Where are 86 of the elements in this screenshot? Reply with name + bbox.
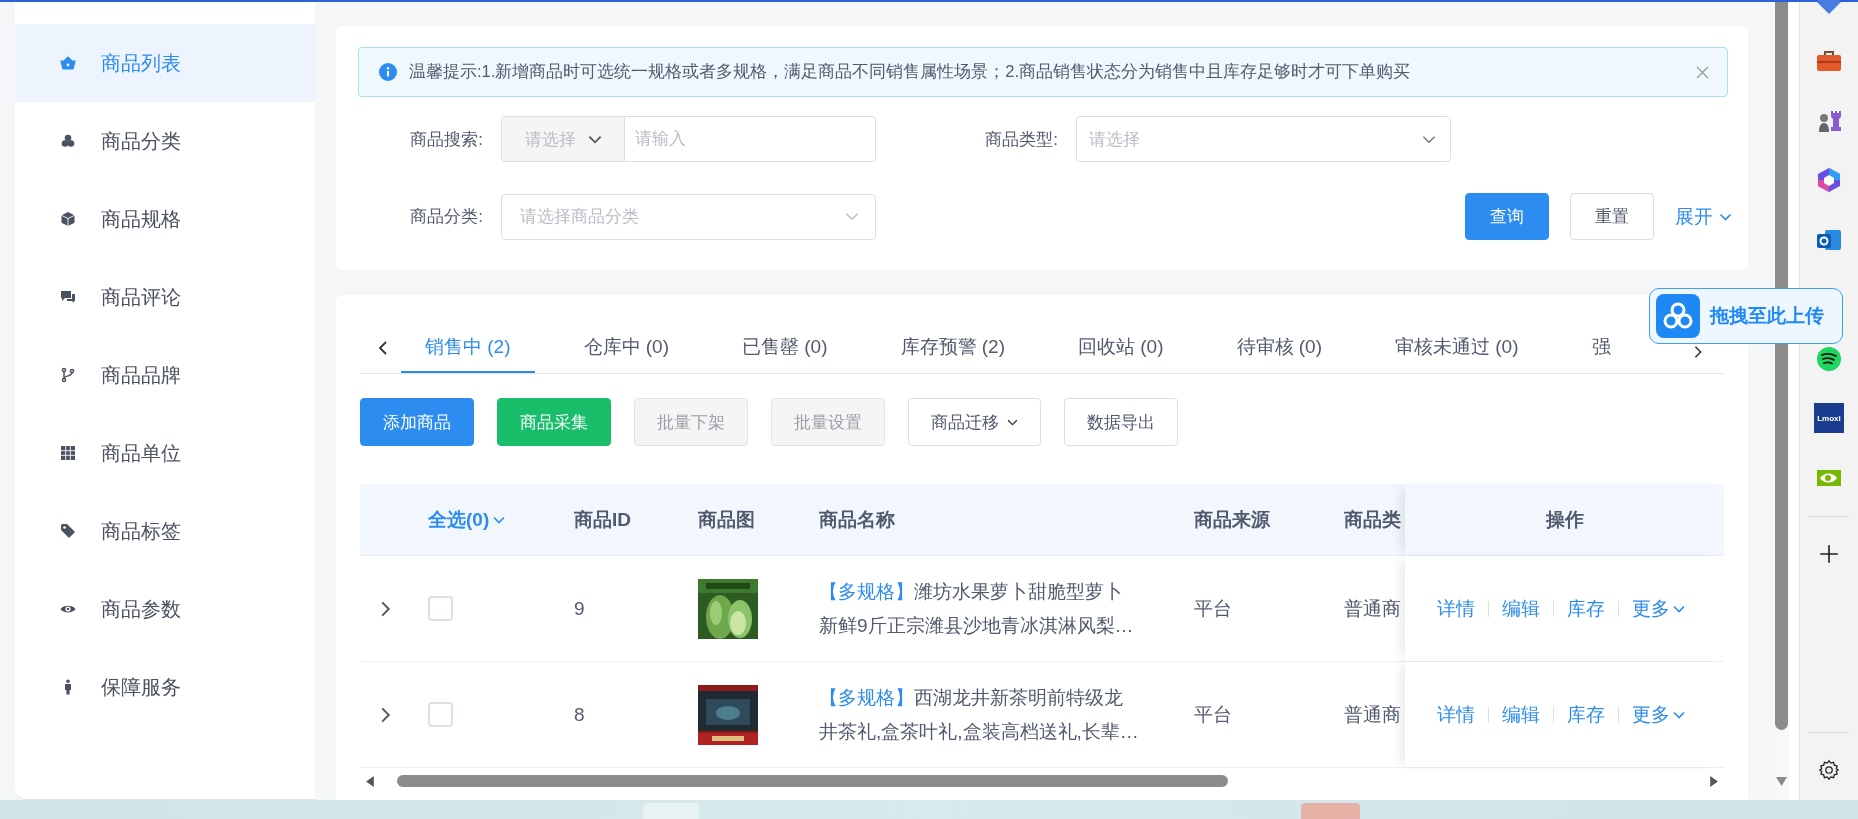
row-checkbox[interactable] [428,596,453,621]
action-button[interactable]: 商品采集 [497,398,611,446]
sidebar-item[interactable]: 商品单位 [15,414,315,492]
table-cell-text: 平台 [1194,702,1232,727]
action-link[interactable]: 库存 [1567,701,1605,728]
tab[interactable]: 审核未通过 (0) [1371,323,1543,373]
action-button[interactable]: 数据导出 [1064,398,1178,446]
expand-link[interactable]: 展开 [1675,203,1732,230]
chat-icon [60,289,76,305]
select-field[interactable]: 请选择商品分类 [501,193,876,240]
tag-icon [60,523,76,539]
column-header: 操作 [1545,507,1584,532]
column-header: 商品名称 [819,507,895,532]
sidebar-item[interactable]: 商品规格 [15,180,315,258]
app-logo[interactable]: Lmoxi [1814,403,1844,434]
sidebar-item[interactable]: 保障服务 [15,648,315,726]
basket-icon [60,55,76,71]
circles-icon [60,133,76,149]
more-link[interactable]: 更多 [1632,595,1685,622]
settings-icon[interactable] [1818,759,1840,782]
music-icon[interactable] [1815,344,1843,373]
notice-text: 温馨提示:1.新增商品时可选统一规格或者多规格，满足商品不同销售属性场景；2.商品销售状态分为销售中且库存足够时才可下单购买 [409,61,1412,82]
row-checkbox[interactable] [428,702,453,727]
field-label: 商品搜索: [409,128,483,151]
tab[interactable]: 已售罄 (0) [718,323,852,373]
chevron-down-icon [1673,710,1685,719]
action-link[interactable]: 详情 [1437,595,1475,622]
reset-button[interactable]: 重置 [1570,193,1654,240]
table-cell-text: 普通商 [1344,702,1401,727]
product-name: 【多规格】潍坊水果萝卜甜脆型萝卜 新鲜9斤正宗潍县沙地青冰淇淋风梨… [819,579,1134,638]
sidebar-item[interactable]: 商品品牌 [15,336,315,414]
action-button[interactable]: 商品迁移 [908,398,1041,446]
action-link[interactable]: 库存 [1567,595,1605,622]
chevron-down-icon [1673,604,1685,613]
tab[interactable]: 仓库中 (0) [559,323,693,373]
tab[interactable]: 回收站 (0) [1054,323,1188,373]
more-link[interactable]: 更多 [1632,701,1685,728]
hexagon-logo-icon[interactable] [1815,166,1843,195]
expand-chevron-icon[interactable] [379,705,391,724]
tab[interactable]: 强 [1567,323,1635,373]
field-label: 商品分类: [409,206,483,228]
cube-icon [60,211,76,227]
sidebar-item[interactable]: 商品分类 [15,102,315,180]
column-header: 商品类 [1344,507,1401,532]
plus-icon[interactable] [1818,543,1840,566]
field-label: 商品类型: [984,128,1058,151]
sidebar-item[interactable]: 商品评论 [15,258,315,336]
scroll-left-icon[interactable] [366,775,375,787]
info-icon [379,63,397,81]
chevron-down-icon [493,515,506,524]
tab[interactable]: 库存预警 (2) [876,323,1029,373]
table-cell-text: 平台 [1194,596,1232,621]
action-link[interactable]: 详情 [1437,701,1475,728]
column-header: 商品图 [698,507,755,532]
scroll-down-icon[interactable] [1776,777,1787,786]
select-field[interactable]: 请选择 [1076,116,1451,162]
column-header: 商品ID [574,507,631,532]
expand-chevron-icon[interactable] [379,599,391,618]
sidebar-item[interactable]: 商品列表 [15,24,315,102]
branch-icon [60,367,76,383]
tab[interactable]: 销售中 (2) [401,323,535,373]
table-cell-text: 普通商 [1344,596,1401,621]
column-header: 商品来源 [1194,507,1270,532]
sidebar-item[interactable]: 商品标签 [15,492,315,570]
tab[interactable]: 待审核 (0) [1212,323,1346,373]
upload-button[interactable]: 拖拽至此上传 [1649,288,1843,344]
action-link[interactable]: 编辑 [1502,701,1540,728]
sidebar-item[interactable]: 商品参数 [15,570,315,648]
select-all-dropdown[interactable]: 全选(0) [428,506,506,533]
action-button[interactable]: 添加商品 [360,398,474,446]
chevron-down-icon [587,134,602,144]
chevron-down-icon [1422,134,1436,144]
chevron-left-icon[interactable] [377,340,389,356]
action-link[interactable]: 编辑 [1502,595,1540,622]
scroll-right-icon[interactable] [1709,775,1718,787]
chevron-down-icon [1719,212,1732,221]
search-input[interactable]: 请输入 [625,117,875,161]
grid-icon [60,445,76,461]
cloud-icon [1656,294,1700,338]
product-name: 【多规格】西湖龙井新茶明前特级龙 井茶礼,盒茶叶礼,盒装高档送礼,长辈… [819,685,1139,744]
chevron-down-icon [845,212,859,221]
query-button[interactable]: 查询 [1465,193,1549,240]
close-icon[interactable] [1696,65,1709,79]
chevron-down-icon [1007,418,1018,426]
table-cell: 9 [574,597,585,620]
table-cell: 8 [574,703,585,726]
